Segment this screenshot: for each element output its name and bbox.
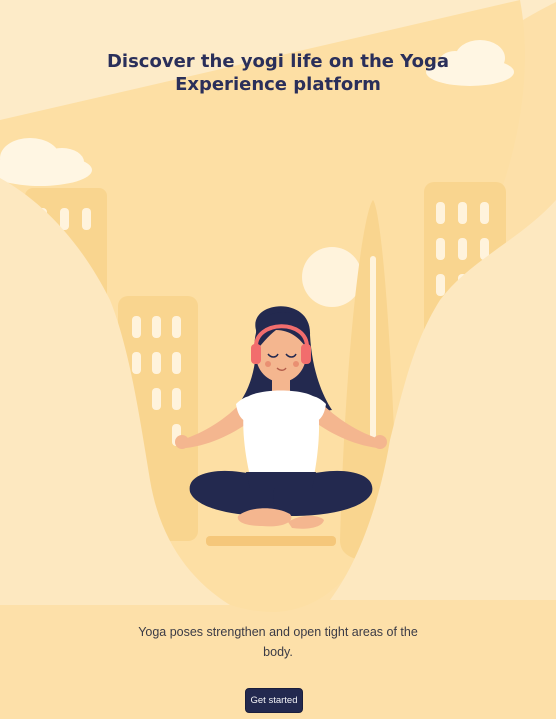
page-title: Discover the yogi life on the Yoga Exper… xyxy=(106,51,450,95)
meditation-illustration xyxy=(0,0,556,719)
get-started-button[interactable]: Get started xyxy=(245,688,303,713)
onboarding-screen: Discover the yogi life on the Yoga Exper… xyxy=(0,0,556,719)
sun xyxy=(302,247,362,307)
floor-mat xyxy=(206,536,336,546)
description-text: Yoga poses strengthen and open tight are… xyxy=(138,625,418,659)
